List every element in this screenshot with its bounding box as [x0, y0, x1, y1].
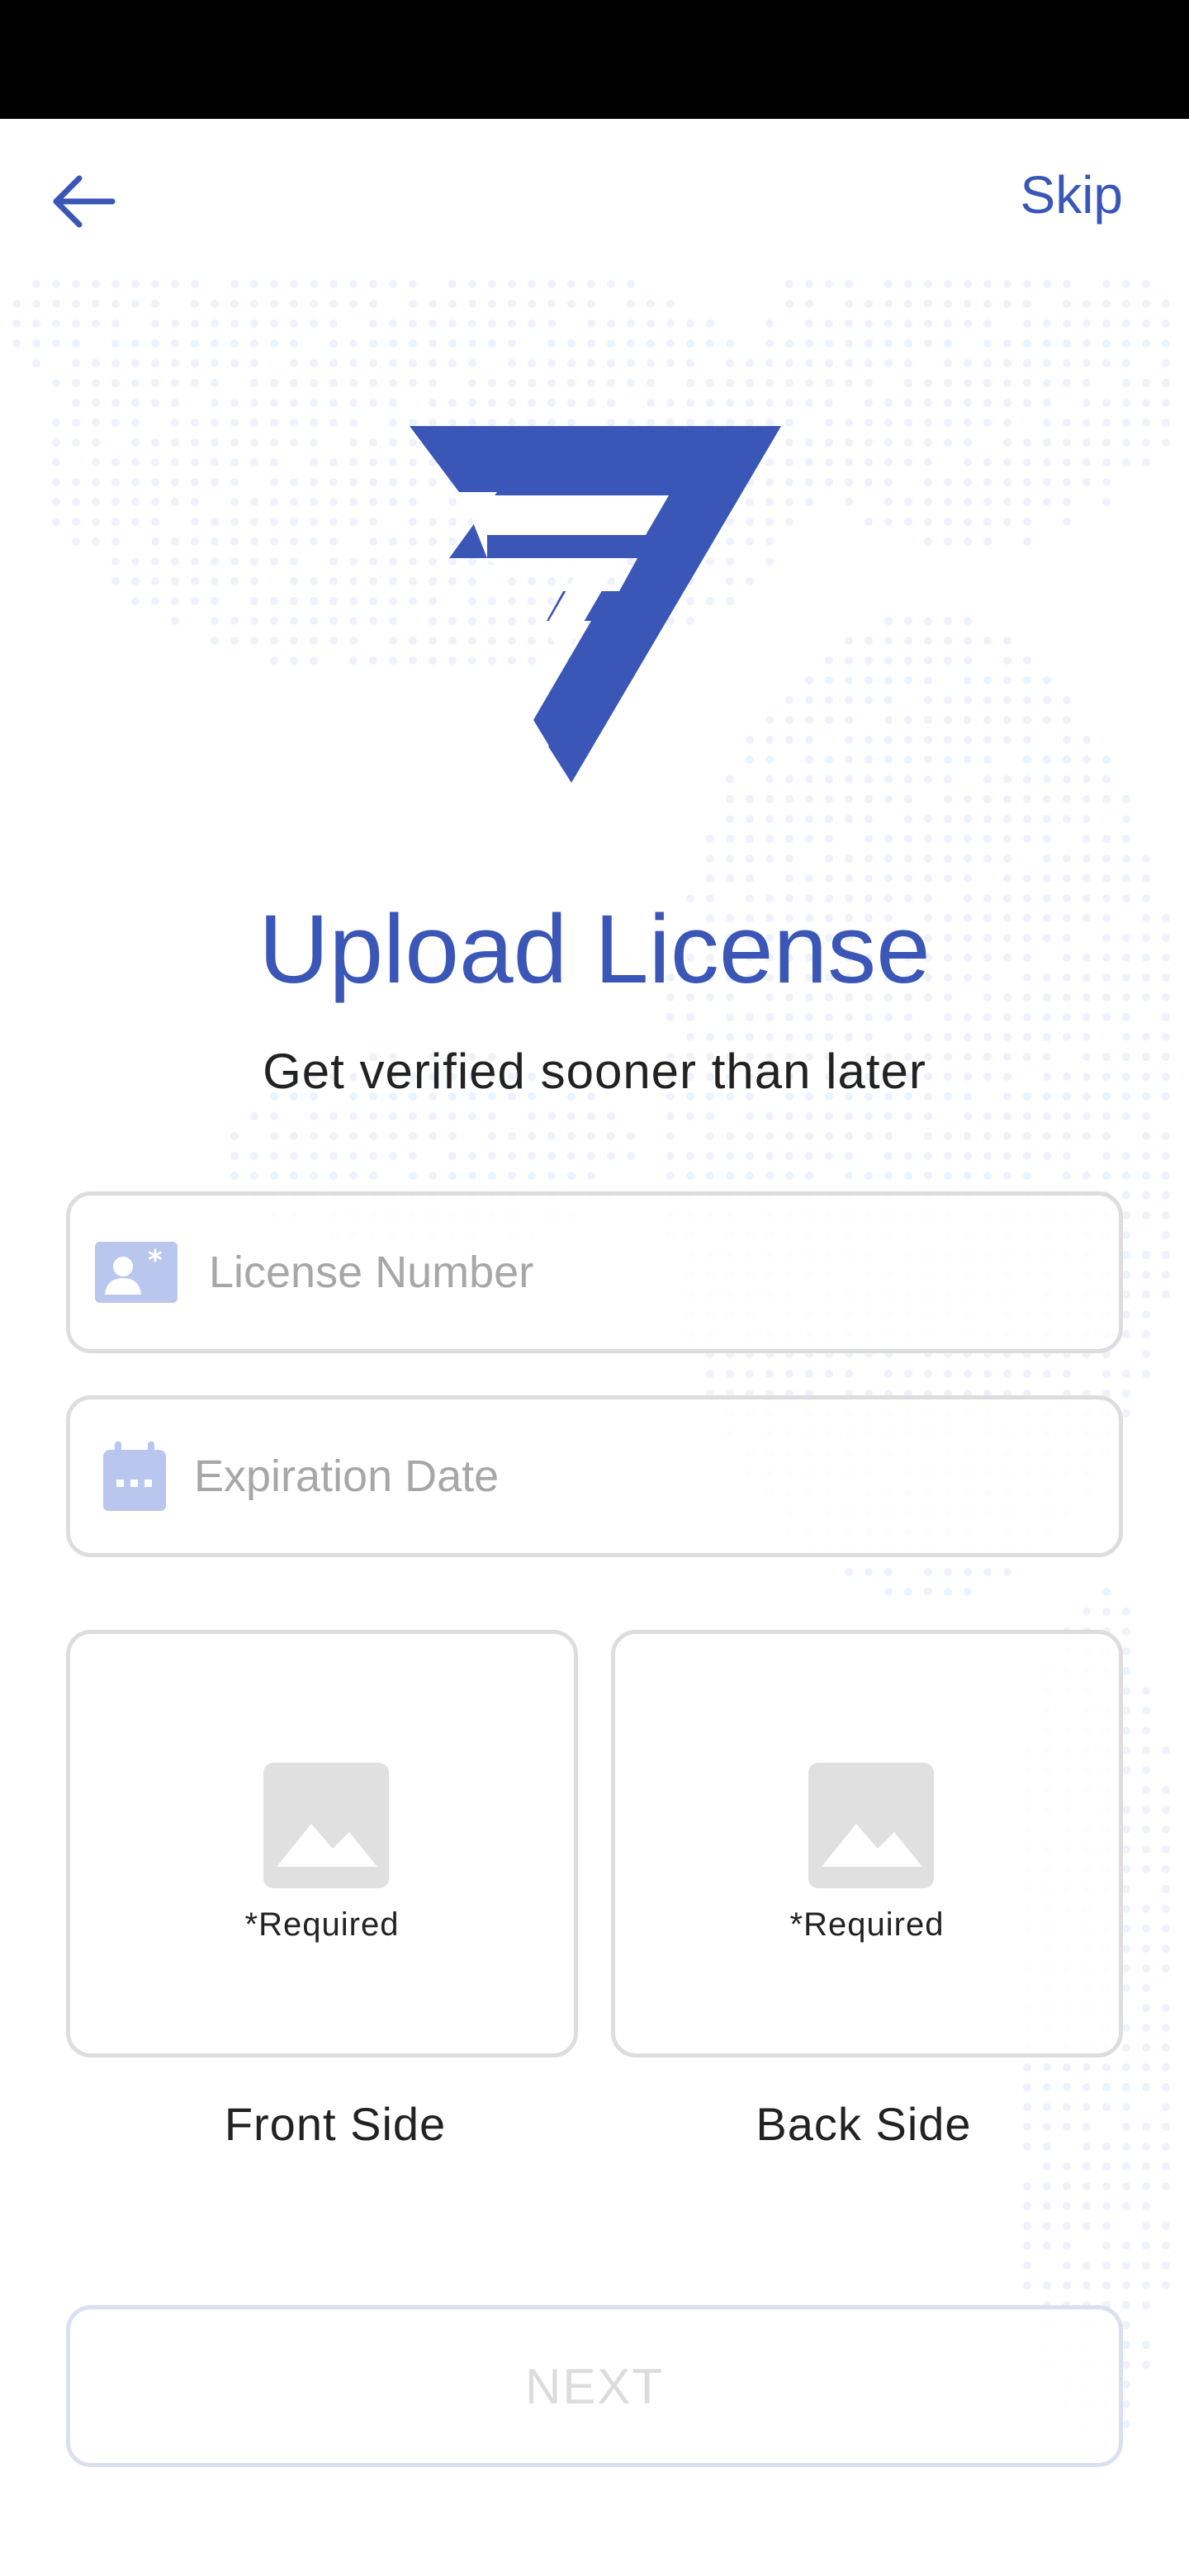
image-placeholder-icon	[263, 1763, 389, 1888]
page-title: Upload License	[258, 895, 931, 1004]
expiration-date-field[interactable]	[66, 1395, 1123, 1557]
arrow-left-icon	[53, 175, 116, 228]
expiration-date-input[interactable]	[194, 1399, 1119, 1553]
skip-button[interactable]: Skip	[1021, 162, 1124, 228]
front-side-label: Front Side	[224, 2098, 447, 2150]
image-placeholder-icon	[808, 1763, 934, 1888]
svg-text:*: *	[148, 1244, 163, 1277]
back-button[interactable]	[43, 162, 122, 241]
calendar-icon	[102, 1442, 168, 1511]
back-side-upload[interactable]: *Required	[611, 1630, 1123, 2057]
id-card-icon: *	[93, 1242, 179, 1303]
front-required-label: *Required	[244, 1906, 400, 1943]
back-required-label: *Required	[789, 1906, 945, 1943]
brand-triangle-logo	[410, 426, 781, 783]
license-number-input[interactable]	[209, 1196, 1119, 1349]
status-bar	[0, 0, 1189, 119]
next-button[interactable]: NEXT	[66, 2305, 1123, 2467]
license-number-field[interactable]: *	[66, 1191, 1123, 1353]
page-subtitle: Get verified sooner than later	[263, 1044, 926, 1099]
back-side-label: Back Side	[756, 2098, 972, 2150]
front-side-upload[interactable]: *Required	[66, 1630, 578, 2057]
